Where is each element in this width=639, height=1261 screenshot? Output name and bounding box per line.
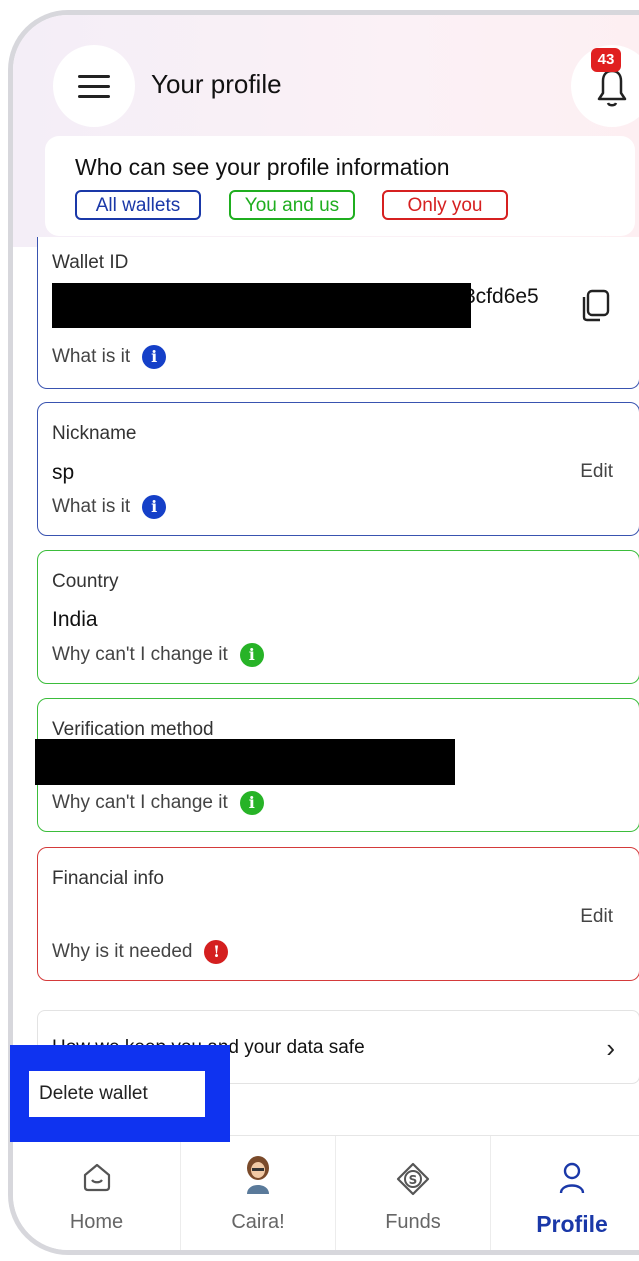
info-icon: i (142, 345, 167, 369)
financial-info-edit-button[interactable]: Edit (580, 906, 613, 928)
financial-info-card: Financial info Edit Why is it needed ! (37, 847, 639, 981)
copy-button[interactable] (578, 287, 612, 328)
nickname-help[interactable]: What is it i (52, 495, 167, 519)
country-label: Country (52, 571, 119, 592)
country-help[interactable]: Why can't I change it i (52, 643, 264, 667)
you-and-us-pill: You and us (229, 190, 355, 220)
wallet-id-label: Wallet ID (52, 252, 129, 273)
tab-profile-label: Profile (536, 1211, 608, 1237)
financial-info-label: Financial info (52, 868, 164, 889)
page-title: Your profile (151, 69, 282, 99)
only-you-pill: Only you (382, 190, 508, 220)
wallet-id-help[interactable]: What is it i (52, 345, 167, 369)
home-icon (83, 1163, 110, 1192)
tab-profile[interactable]: Profile (491, 1136, 639, 1250)
copy-icon (582, 289, 610, 322)
verification-help[interactable]: Why can't I change it i (52, 791, 264, 815)
country-value: India (52, 608, 98, 631)
avatar-icon (247, 1156, 269, 1194)
nickname-edit-button[interactable]: Edit (580, 461, 613, 483)
chevron-right-icon: › (606, 1033, 615, 1063)
tab-home-label: Home (69, 1211, 124, 1233)
delete-wallet-button[interactable]: Delete wallet (29, 1071, 205, 1117)
info-icon: ! (204, 940, 229, 964)
redaction-bar (35, 739, 455, 785)
wallet-id-card: Wallet ID 3cfd6e5 What is it i (37, 237, 639, 389)
tab-caira-label: Caira! (231, 1211, 285, 1233)
header: Your profile 43 Who can see your profile… (13, 15, 639, 247)
nickname-card: Nickname sp Edit What is it i (37, 402, 639, 536)
notification-badge: 43 (591, 48, 621, 72)
visibility-legend: Who can see your profile information All… (45, 136, 635, 236)
country-card: Country India Why can't I change it i (37, 550, 639, 684)
tab-caira[interactable]: Caira! (181, 1136, 336, 1250)
redaction-bar (52, 283, 471, 328)
wallet-id-value: 3cfd6e5 (464, 285, 539, 308)
hamburger-icon (78, 75, 110, 78)
tab-funds[interactable]: S Funds (336, 1136, 491, 1250)
menu-button[interactable] (53, 45, 135, 127)
svg-text:S: S (409, 1173, 418, 1187)
nickname-label: Nickname (52, 423, 137, 444)
financial-info-help[interactable]: Why is it needed ! (52, 940, 229, 964)
info-icon: i (142, 495, 167, 519)
info-icon: i (239, 791, 264, 815)
info-icon: i (239, 643, 264, 667)
verification-card: Verification method Why can't I change i… (35, 698, 639, 832)
funds-icon: S (396, 1162, 430, 1196)
nickname-value: sp (52, 461, 75, 484)
tab-funds-label: Funds (385, 1211, 441, 1233)
tab-home[interactable]: Home (13, 1136, 181, 1250)
profile-icon (559, 1162, 585, 1194)
visibility-title: Who can see your profile information (75, 154, 450, 180)
all-wallets-pill: All wallets (75, 190, 201, 220)
bottom-tab-bar: Home Caira! S Funds Profile (13, 1135, 639, 1250)
verification-label: Verification method (52, 719, 214, 740)
